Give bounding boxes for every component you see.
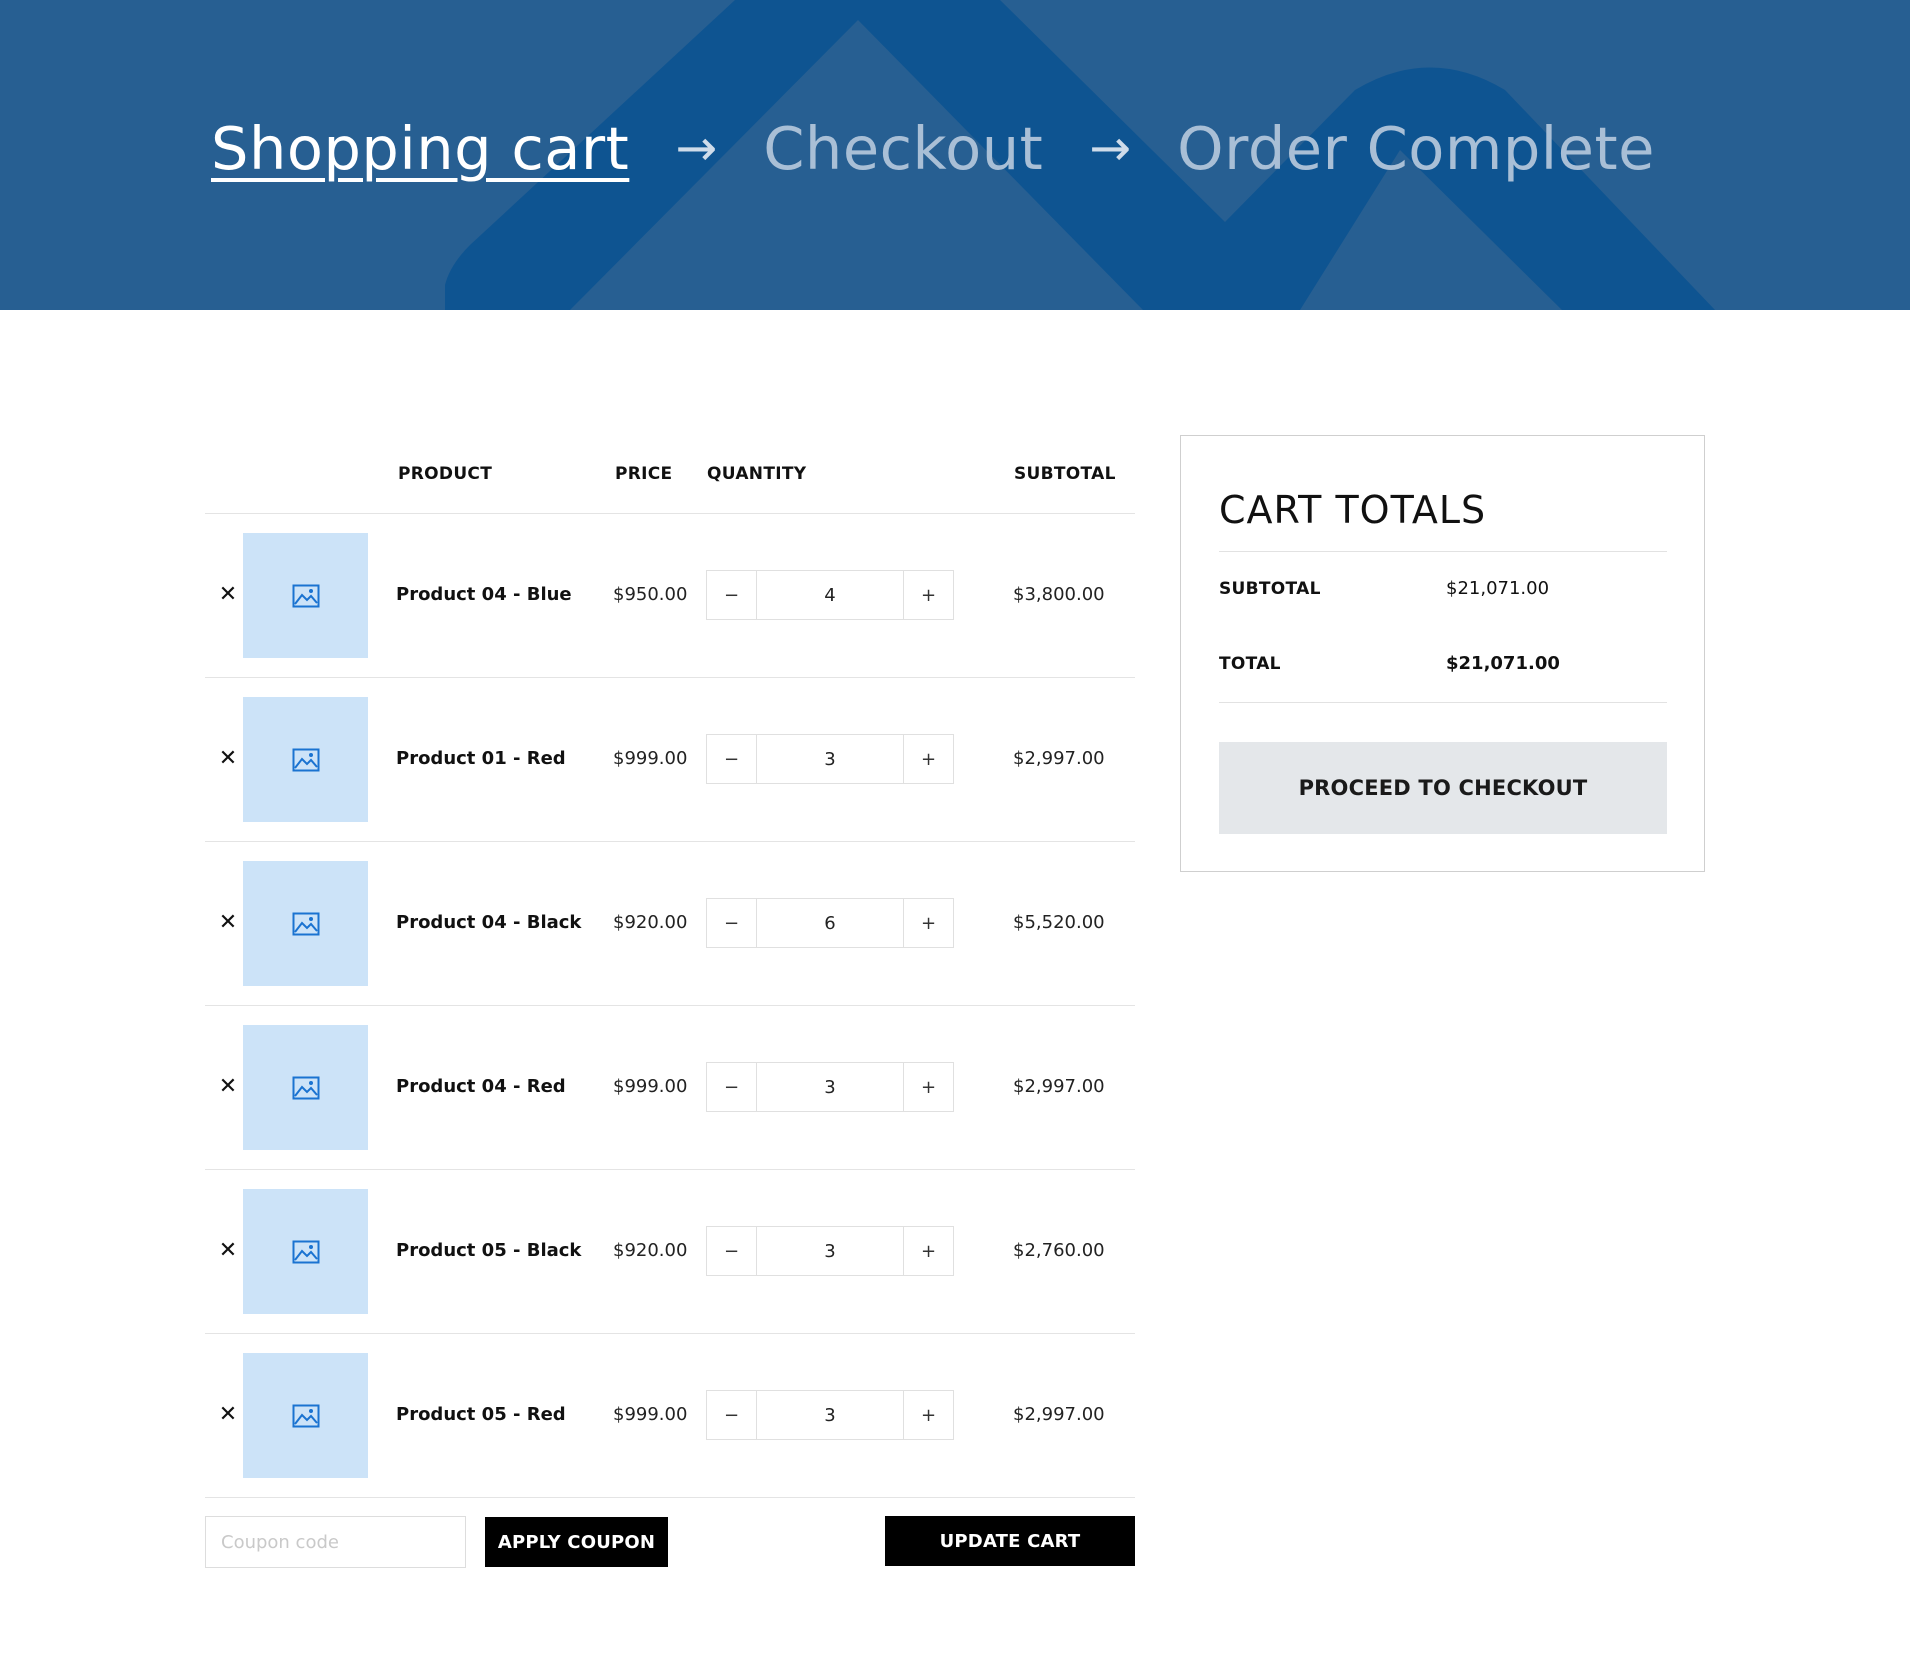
product-name-link[interactable]: Product 05 - Red [396,1404,566,1425]
product-price: $920.00 [613,912,688,933]
coupon-code-input[interactable] [205,1516,466,1568]
table-row: ✕ Product 04 - Red $999.00 − + $2,997.00 [205,1006,1135,1170]
image-placeholder-icon [292,1404,319,1427]
product-price: $950.00 [613,584,688,605]
table-row: ✕ Product 01 - Red $999.00 − + $2,997.00 [205,678,1135,842]
increase-quantity-button[interactable]: + [903,899,953,947]
increase-quantity-button[interactable]: + [903,571,953,619]
decrease-quantity-button[interactable]: − [707,1391,757,1439]
product-thumbnail[interactable] [243,1189,368,1314]
total-value: $21,071.00 [1446,653,1560,674]
apply-coupon-button[interactable]: APPLY COUPON [485,1517,668,1567]
subtotal-label: SUBTOTAL [1219,579,1321,599]
image-placeholder-icon [292,912,319,935]
quantity-stepper: − + [706,1226,954,1276]
quantity-input[interactable] [757,1227,903,1275]
row-subtotal: $5,520.00 [1013,912,1105,933]
remove-item-button[interactable]: ✕ [216,580,240,610]
product-name-link[interactable]: Product 01 - Red [396,748,566,769]
quantity-input[interactable] [757,735,903,783]
update-cart-button[interactable]: UPDATE CART [885,1516,1135,1566]
product-name-link[interactable]: Product 04 - Black [396,912,581,933]
quantity-stepper: − + [706,898,954,948]
remove-item-button[interactable]: ✕ [216,1400,240,1430]
total-label: TOTAL [1219,654,1281,674]
subtotal-value: $21,071.00 [1446,578,1550,599]
decrease-quantity-button[interactable]: − [707,735,757,783]
arrow-right-icon: → [1089,119,1132,177]
table-row: ✕ Product 04 - Black $920.00 − + $5,520.… [205,842,1135,1006]
decrease-quantity-button[interactable]: − [707,1227,757,1275]
remove-item-button[interactable]: ✕ [216,1236,240,1266]
quantity-stepper: − + [706,1062,954,1112]
decrease-quantity-button[interactable]: − [707,571,757,619]
product-thumbnail[interactable] [243,1025,368,1150]
checkout-steps: Shopping cart → Checkout → Order Complet… [211,108,1655,188]
decrease-quantity-button[interactable]: − [707,1063,757,1111]
product-price: $999.00 [613,1404,688,1425]
proceed-to-checkout-button[interactable]: PROCEED TO CHECKOUT [1219,742,1667,834]
hero-banner: Shopping cart → Checkout → Order Complet… [0,0,1910,310]
image-placeholder-icon [292,748,319,771]
quantity-stepper: − + [706,734,954,784]
increase-quantity-button[interactable]: + [903,1391,953,1439]
decrease-quantity-button[interactable]: − [707,899,757,947]
cart-actions: APPLY COUPON UPDATE CART [205,1498,1135,1588]
image-placeholder-icon [292,1076,319,1099]
row-subtotal: $3,800.00 [1013,584,1105,605]
remove-item-button[interactable]: ✕ [216,744,240,774]
product-thumbnail[interactable] [243,697,368,822]
remove-item-button[interactable]: ✕ [216,1072,240,1102]
row-subtotal: $2,760.00 [1013,1240,1105,1261]
header-subtotal: SUBTOTAL [1014,464,1116,484]
increase-quantity-button[interactable]: + [903,1063,953,1111]
header-product: PRODUCT [398,464,493,484]
arrow-right-icon: → [675,119,718,177]
product-thumbnail[interactable] [243,861,368,986]
product-price: $999.00 [613,1076,688,1097]
product-price: $920.00 [613,1240,688,1261]
cart-totals-panel: CART TOTALS SUBTOTAL $21,071.00 TOTAL $2… [1180,435,1705,872]
header-quantity: QUANTITY [707,464,807,484]
quantity-stepper: − + [706,1390,954,1440]
step-shopping-cart[interactable]: Shopping cart [211,119,629,178]
quantity-input[interactable] [757,571,903,619]
table-row: ✕ Product 05 - Red $999.00 − + $2,997.00 [205,1334,1135,1498]
increase-quantity-button[interactable]: + [903,1227,953,1275]
increase-quantity-button[interactable]: + [903,735,953,783]
header-price: PRICE [615,464,673,484]
step-order-complete: Order Complete [1177,113,1655,183]
cart-table: PRODUCT PRICE QUANTITY SUBTOTAL ✕ Produc… [205,435,1135,1588]
quantity-stepper: − + [706,570,954,620]
product-thumbnail[interactable] [243,1353,368,1478]
divider [1219,551,1667,552]
image-placeholder-icon [292,584,319,607]
cart-totals-title: CART TOTALS [1219,488,1487,532]
divider [1219,702,1667,703]
table-header: PRODUCT PRICE QUANTITY SUBTOTAL [205,435,1135,514]
quantity-input[interactable] [757,1063,903,1111]
image-placeholder-icon [292,1240,319,1263]
step-checkout[interactable]: Checkout [763,119,1043,178]
table-row: ✕ Product 05 - Black $920.00 − + $2,760.… [205,1170,1135,1334]
product-price: $999.00 [613,748,688,769]
row-subtotal: $2,997.00 [1013,1076,1105,1097]
product-thumbnail[interactable] [243,533,368,658]
product-name-link[interactable]: Product 05 - Black [396,1240,581,1261]
quantity-input[interactable] [757,899,903,947]
product-name-link[interactable]: Product 04 - Blue [396,584,572,605]
row-subtotal: $2,997.00 [1013,1404,1105,1425]
product-name-link[interactable]: Product 04 - Red [396,1076,566,1097]
remove-item-button[interactable]: ✕ [216,908,240,938]
table-row: ✕ Product 04 - Blue $950.00 − + $3,800.0… [205,514,1135,678]
quantity-input[interactable] [757,1391,903,1439]
row-subtotal: $2,997.00 [1013,748,1105,769]
